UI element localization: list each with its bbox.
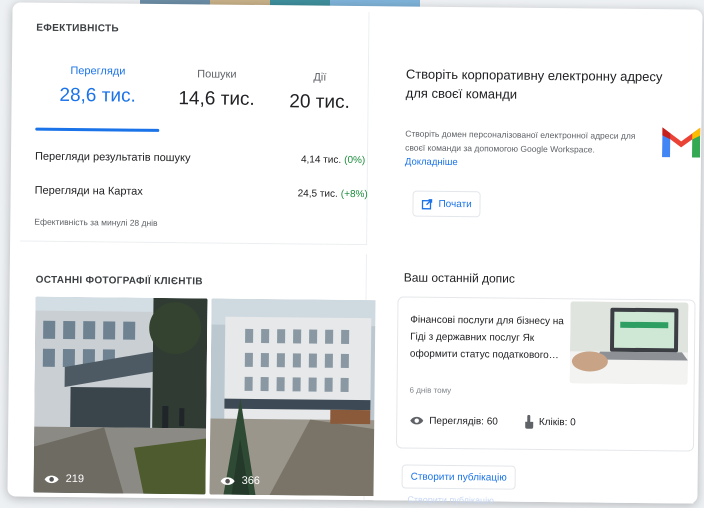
post-preview[interactable]: Фінансові послуги для бізнесу на Гіді з … [395,296,696,452]
photos-title: ОСТАННІ ФОТОГРАФІЇ КЛІЄНТІВ [35,274,203,288]
tab-actions-value: 20 тис. [289,91,350,113]
tab-actions[interactable]: Дії 20 тис. [277,71,361,114]
latest-post-card: Ваш останній допис Фінансові послуги для… [373,254,696,506]
photo-views: 219 [44,473,84,485]
performance-card: ЕФЕКТИВНІСТЬ Перегляди 28,6 тис. Пошуки … [20,8,370,246]
search-views-label: Перегляди результатів пошуку [34,150,191,165]
tab-actions-label: Дії [313,71,327,84]
latest-post-title: Ваш останній допис [403,270,516,286]
tab-views[interactable]: Перегляди 28,6 тис. [36,65,160,108]
post-stats: Переглядів: 60 Кліків: 0 [409,414,576,430]
post-date: 6 днів тому [409,385,452,396]
maps-views-label: Перегляди на Картах [34,184,143,198]
eye-icon [44,475,59,483]
photo-views: 366 [220,475,260,487]
maps-views-change: (+8%) [340,188,368,201]
promo-description: Створіть домен персоналізованої електрон… [405,128,636,155]
photo-views-count: 366 [241,474,261,488]
create-post-button[interactable]: Створити публікацію [401,464,516,490]
learn-more-link[interactable]: Докладніше [405,157,458,169]
tab-views-label: Перегляди [70,65,126,78]
post-views-stat: Переглядів: 60 [409,415,498,427]
post-headline: Фінансові послуги для бізнесу на Гіді з … [409,314,564,362]
tab-searches-label: Пошуки [197,68,237,81]
search-views-change: (0%) [344,154,366,167]
eye-icon [220,476,235,485]
post-clicks-text: Кліків: 0 [538,416,576,428]
performance-footnote: Ефективність за минулі 28 днів [34,216,158,228]
start-button[interactable]: Почати [412,190,481,218]
start-button-label: Почати [438,198,472,210]
tab-searches-value: 14,6 тис. [178,88,255,110]
open-external-icon [421,198,433,209]
search-views-number: 4,14 тис. [300,154,342,166]
tab-views-value: 28,6 тис. [59,84,136,107]
building-photo [209,298,384,497]
promo-title: Створіть корпоративну електронну адресу … [405,66,663,102]
post-clicks-stat: Кліків: 0 [524,414,576,430]
photo-views-count: 219 [65,472,85,486]
touch-icon [524,414,533,429]
performance-title: ЕФЕКТИВНІСТЬ [36,22,120,35]
post-thumbnail [569,301,689,385]
laptop-image [569,301,689,385]
customer-photos-card: ОСТАННІ ФОТОГРАФІЇ КЛІЄНТІВ 219 366 [17,250,384,501]
customer-photo[interactable]: 366 [209,298,384,497]
gmail-logo-icon [662,127,701,158]
active-tab-indicator [35,127,160,132]
maps-views-number: 24,5 тис. [297,188,338,200]
customer-photo[interactable]: 219 [33,296,208,495]
create-post-reflection: Створити публікацію [407,494,494,506]
post-views-text: Переглядів: 60 [429,415,498,428]
maps-views-value: 24,5 тис. (+8%) [298,188,368,200]
tab-searches[interactable]: Пошуки 14,6 тис. [171,68,261,111]
workspace-promo-card: Створіть корпоративну електронну адресу … [376,12,701,248]
eye-icon [410,416,424,425]
promo-text: Створіть домен персоналізованої електрон… [405,127,645,173]
building-photo [33,296,208,495]
dashboard-panel: ЕФЕКТИВНІСТЬ Перегляди 28,6 тис. Пошуки … [7,2,703,506]
search-views-value: 4,14 тис. (0%) [301,154,365,166]
